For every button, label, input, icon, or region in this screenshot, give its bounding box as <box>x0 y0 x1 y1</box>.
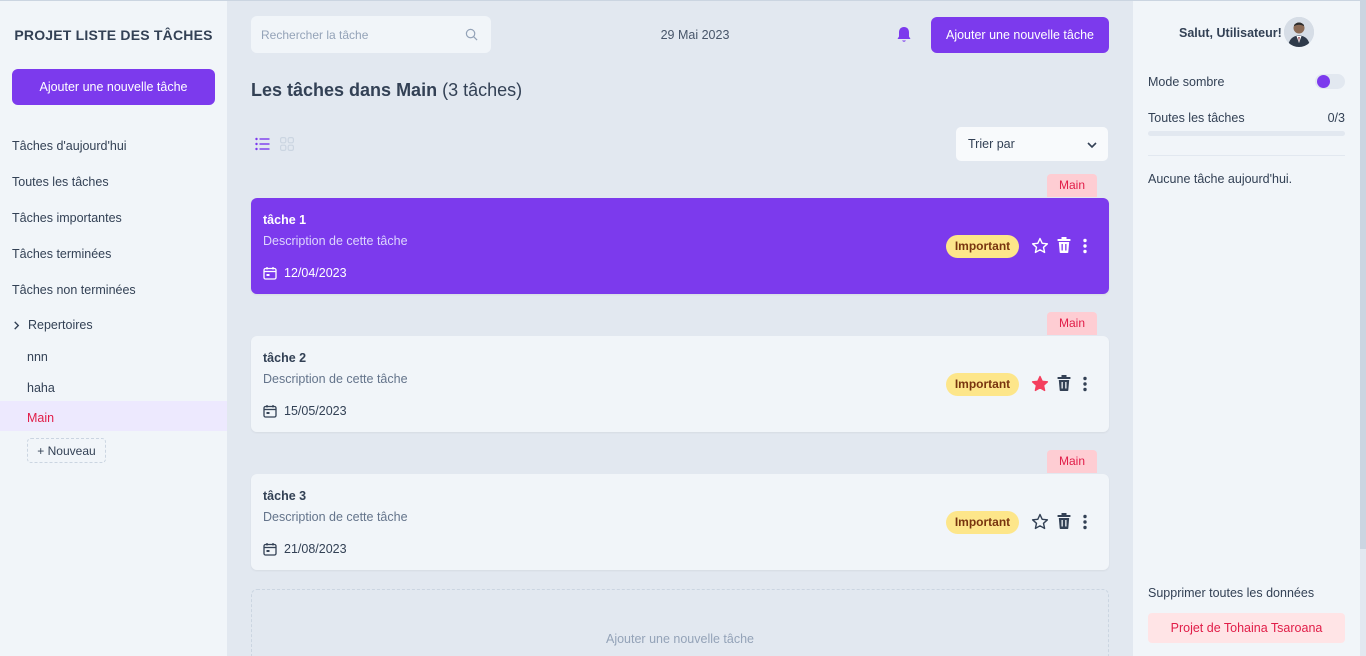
directory-item-haha[interactable]: haha <box>27 381 55 395</box>
divider <box>1148 155 1345 156</box>
task-title: tâche 3 <box>263 489 307 503</box>
delete-all-data-button[interactable]: Supprimer toutes les données <box>1148 586 1314 600</box>
task-card[interactable]: tâche 1 Description de cette tâche 12/04… <box>251 198 1109 294</box>
task-description: Description de cette tâche <box>263 510 408 524</box>
header-add-task-button[interactable]: Ajouter une nouvelle tâche <box>931 17 1109 53</box>
star-icon[interactable] <box>1031 513 1049 531</box>
nav-all-tasks[interactable]: Toutes les tâches <box>12 175 109 189</box>
search-input[interactable] <box>251 16 451 53</box>
important-badge: Important <box>946 511 1019 534</box>
calendar-icon <box>263 543 277 556</box>
task-card[interactable]: tâche 3 Description de cette tâche 21/08… <box>251 474 1109 570</box>
trash-icon[interactable] <box>1057 237 1071 253</box>
task-directory-tag[interactable]: Main <box>1047 174 1097 197</box>
star-icon[interactable] <box>1031 237 1049 255</box>
task-date: 12/04/2023 <box>263 266 347 280</box>
task-title: tâche 1 <box>263 213 307 227</box>
tasks-progress-bar <box>1148 131 1345 136</box>
list-view-icon[interactable] <box>255 137 270 151</box>
user-avatar-icon <box>1284 17 1314 47</box>
search-icon[interactable] <box>465 28 478 41</box>
directory-item-main[interactable]: Main <box>27 411 54 425</box>
app-title: PROJET LISTE DES TÂCHES <box>14 27 213 43</box>
dark-mode-label: Mode sombre <box>1148 75 1225 89</box>
chevron-right-icon <box>14 320 20 330</box>
add-task-placeholder[interactable]: Ajouter une nouvelle tâche <box>251 589 1109 656</box>
calendar-icon <box>263 405 277 418</box>
directories-toggle[interactable]: Repertoires <box>12 318 93 332</box>
page-title-text: Les tâches dans Main <box>251 80 438 100</box>
task-directory-tag[interactable]: Main <box>1047 312 1097 335</box>
right-panel <box>1133 1 1360 656</box>
trash-icon[interactable] <box>1057 375 1071 391</box>
current-date: 29 Mai 2023 <box>660 28 730 42</box>
task-description: Description de cette tâche <box>263 372 408 386</box>
task-date: 21/08/2023 <box>263 542 347 556</box>
sidebar-add-task-button[interactable]: Ajouter une nouvelle tâche <box>12 69 215 105</box>
more-vertical-icon[interactable] <box>1082 514 1088 530</box>
project-credit-button[interactable]: Projet de Tohaina Tsaroana <box>1148 613 1345 643</box>
avatar[interactable] <box>1284 17 1314 47</box>
task-title: tâche 2 <box>263 351 307 365</box>
search-box <box>251 16 491 53</box>
star-icon[interactable] <box>1031 375 1049 393</box>
task-directory-tag[interactable]: Main <box>1047 450 1097 473</box>
task-description: Description de cette tâche <box>263 234 408 248</box>
task-count: (3 tâches) <box>442 80 523 100</box>
grid-view-icon[interactable] <box>280 137 294 151</box>
dark-mode-toggle[interactable] <box>1315 74 1345 89</box>
directories-label: Repertoires <box>28 318 93 332</box>
sort-select[interactable]: Trier par <box>955 126 1109 162</box>
task-date: 15/05/2023 <box>263 404 347 418</box>
user-greeting: Salut, Utilisateur! <box>1179 26 1282 40</box>
all-tasks-progress-label: Toutes les tâches <box>1148 111 1245 125</box>
no-task-today-message: Aucune tâche aujourd'hui. <box>1148 172 1293 186</box>
important-badge: Important <box>946 235 1019 258</box>
trash-icon[interactable] <box>1057 513 1071 529</box>
sort-select-value: Trier par <box>968 137 1015 151</box>
new-directory-button[interactable]: + Nouveau <box>27 438 106 463</box>
all-tasks-progress-count: 0/3 <box>1327 111 1345 125</box>
nav-uncompleted-tasks[interactable]: Tâches non terminées <box>12 283 136 297</box>
task-date-text: 21/08/2023 <box>284 542 347 556</box>
more-vertical-icon[interactable] <box>1082 238 1088 254</box>
calendar-icon <box>263 267 277 280</box>
directory-item-nnn[interactable]: nnn <box>27 350 48 364</box>
nav-important-tasks[interactable]: Tâches importantes <box>12 211 122 225</box>
page-title: Les tâches dans Main (3 tâches) <box>251 80 522 101</box>
nav-completed-tasks[interactable]: Tâches terminées <box>12 247 111 261</box>
toggle-knob <box>1317 75 1330 88</box>
task-date-text: 15/05/2023 <box>284 404 347 418</box>
chevron-down-icon <box>1087 142 1097 149</box>
task-card[interactable]: tâche 2 Description de cette tâche 15/05… <box>251 336 1109 432</box>
task-date-text: 12/04/2023 <box>284 266 347 280</box>
important-badge: Important <box>946 373 1019 396</box>
more-vertical-icon[interactable] <box>1082 376 1088 392</box>
scrollbar[interactable] <box>1360 1 1366 549</box>
nav-today-tasks[interactable]: Tâches d'aujourd'hui <box>12 139 127 153</box>
bell-icon[interactable] <box>896 26 912 44</box>
